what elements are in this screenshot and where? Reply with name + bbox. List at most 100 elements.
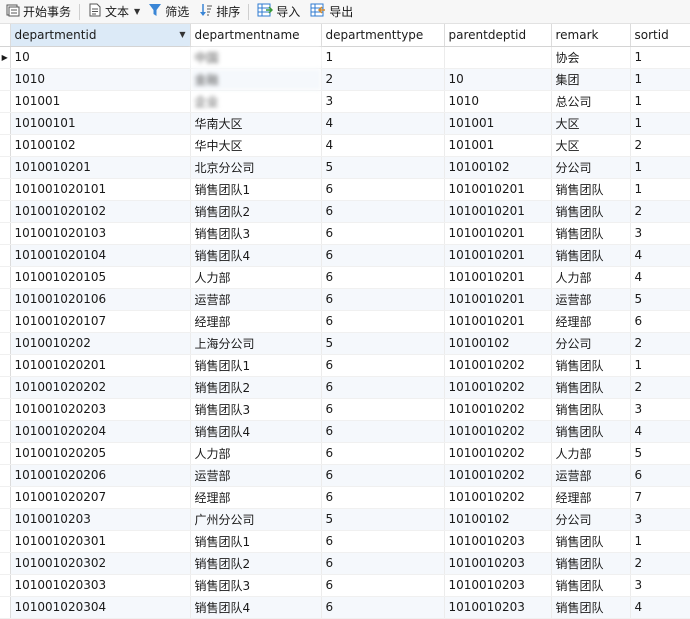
table-cell-departmenttype[interactable]: 4 [321,134,445,157]
table-cell-remark[interactable]: 经理部 [551,310,631,333]
table-cell-parentdeptid[interactable]: 1010010202 [444,442,552,465]
table-cell-remark[interactable]: 总公司 [551,90,631,113]
table-cell-sortid[interactable]: 2 [630,376,690,399]
table-cell-departmentid[interactable]: 10 [10,46,191,69]
table-cell-remark[interactable]: 分公司 [551,332,631,355]
table-row[interactable]: 101001020205 人力部 6 1010010202 人力部 5 [0,442,690,465]
table-cell-sortid[interactable]: 5 [630,288,690,311]
table-cell-departmentname[interactable]: 销售团队1 [190,354,322,377]
table-cell-departmentname[interactable]: 广州分公司 [190,508,322,531]
table-cell-parentdeptid[interactable]: 1010010202 [444,354,552,377]
table-row[interactable]: 101001020202 销售团队2 6 1010010202 销售团队 2 [0,376,690,399]
table-cell-sortid[interactable]: 3 [630,398,690,421]
table-cell-departmenttype[interactable]: 6 [321,200,445,223]
table-cell-departmenttype[interactable]: 6 [321,266,445,289]
table-cell-sortid[interactable]: 1 [630,112,690,135]
data-grid[interactable]: departmentid ▼ departmentname department… [0,24,690,619]
table-cell-departmenttype[interactable]: 6 [321,310,445,333]
table-cell-parentdeptid[interactable]: 1010010201 [444,310,552,333]
row-indicator[interactable] [0,442,11,465]
table-cell-sortid[interactable]: 4 [630,244,690,267]
table-cell-sortid[interactable]: 1 [630,46,690,69]
table-cell-remark[interactable]: 销售团队 [551,376,631,399]
table-cell-departmenttype[interactable]: 6 [321,376,445,399]
table-cell-remark[interactable]: 大区 [551,134,631,157]
row-indicator[interactable] [0,332,11,355]
table-row[interactable]: 101001020103 销售团队3 6 1010010201 销售团队 3 [0,222,690,245]
table-row[interactable]: 10100101 华南大区 4 101001 大区 1 [0,112,690,135]
row-indicator[interactable] [0,398,11,421]
sort-button[interactable]: 排序 [197,1,242,23]
table-cell-parentdeptid[interactable]: 1010010201 [444,266,552,289]
table-cell-departmenttype[interactable]: 6 [321,486,445,509]
row-indicator[interactable] [0,222,11,245]
row-indicator[interactable] [0,244,11,267]
table-cell-sortid[interactable]: 4 [630,596,690,619]
table-cell-remark[interactable]: 销售团队 [551,200,631,223]
table-row[interactable]: 101001020104 销售团队4 6 1010010201 销售团队 4 [0,244,690,267]
row-indicator[interactable] [0,156,11,179]
table-cell-departmenttype[interactable]: 6 [321,288,445,311]
table-cell-departmentid[interactable]: 101001 [10,90,191,113]
table-cell-sortid[interactable]: 1 [630,68,690,91]
table-cell-remark[interactable]: 运营部 [551,288,631,311]
row-indicator[interactable] [0,288,11,311]
table-cell-departmentid[interactable]: 1010 [10,68,191,91]
table-cell-parentdeptid[interactable]: 101001 [444,112,552,135]
row-indicator[interactable] [0,420,11,443]
table-cell-departmentname[interactable]: 运营部 [190,464,322,487]
table-row[interactable]: 101001020201 销售团队1 6 1010010202 销售团队 1 [0,354,690,377]
row-indicator[interactable] [0,266,11,289]
row-indicator[interactable] [0,178,11,201]
table-cell-departmenttype[interactable]: 5 [321,156,445,179]
table-cell-departmentname[interactable]: 销售团队2 [190,552,322,575]
table-cell-parentdeptid[interactable]: 10 [444,68,552,91]
table-cell-departmenttype[interactable]: 6 [321,574,445,597]
table-cell-departmenttype[interactable]: 5 [321,332,445,355]
table-cell-remark[interactable]: 协会 [551,46,631,69]
table-cell-departmenttype[interactable]: 6 [321,420,445,443]
table-cell-parentdeptid[interactable]: 10100102 [444,332,552,355]
table-cell-departmentname[interactable]: 销售团队1 [190,178,322,201]
row-indicator[interactable] [0,134,11,157]
table-cell-departmenttype[interactable]: 6 [321,464,445,487]
table-cell-departmentid[interactable]: 101001020104 [10,244,191,267]
table-cell-remark[interactable]: 销售团队 [551,530,631,553]
table-cell-parentdeptid[interactable]: 1010010203 [444,530,552,553]
table-row[interactable]: 101001020203 销售团队3 6 1010010202 销售团队 3 [0,398,690,421]
column-header-parentdeptid[interactable]: parentdeptid [444,24,552,47]
column-header-departmentname[interactable]: departmentname [190,24,322,47]
table-cell-departmentname[interactable]: 华南大区 [190,112,322,135]
table-cell-sortid[interactable]: 3 [630,574,690,597]
table-cell-remark[interactable]: 销售团队 [551,222,631,245]
row-indicator[interactable] [0,68,11,91]
row-indicator[interactable] [0,574,11,597]
table-cell-sortid[interactable]: 7 [630,486,690,509]
table-cell-departmenttype[interactable]: 6 [321,596,445,619]
table-cell-departmenttype[interactable]: 6 [321,222,445,245]
table-cell-departmentid[interactable]: 101001020203 [10,398,191,421]
table-cell-sortid[interactable]: 4 [630,420,690,443]
chevron-down-icon[interactable]: ▼ [179,30,185,39]
row-indicator[interactable] [0,90,11,113]
table-cell-sortid[interactable]: 2 [630,134,690,157]
table-cell-departmenttype[interactable]: 6 [321,178,445,201]
table-cell-departmentname[interactable]: 中国 [190,46,322,69]
table-cell-departmentname[interactable]: 人力部 [190,442,322,465]
table-row[interactable]: 101001020204 销售团队4 6 1010010202 销售团队 4 [0,420,690,443]
table-cell-parentdeptid[interactable]: 1010010202 [444,376,552,399]
table-cell-departmentid[interactable]: 1010010203 [10,508,191,531]
row-indicator[interactable] [0,376,11,399]
table-cell-departmentid[interactable]: 10100102 [10,134,191,157]
table-cell-remark[interactable]: 集团 [551,68,631,91]
table-cell-departmentid[interactable]: 101001020201 [10,354,191,377]
table-cell-parentdeptid[interactable]: 1010010203 [444,552,552,575]
table-row[interactable]: 101001020107 经理部 6 1010010201 经理部 6 [0,310,690,333]
table-cell-remark[interactable]: 销售团队 [551,244,631,267]
table-row[interactable]: 101001020207 经理部 6 1010010202 经理部 7 [0,486,690,509]
table-cell-remark[interactable]: 销售团队 [551,574,631,597]
table-cell-sortid[interactable]: 6 [630,310,690,333]
table-cell-departmenttype[interactable]: 6 [321,442,445,465]
row-indicator[interactable] [0,310,11,333]
table-cell-sortid[interactable]: 1 [630,530,690,553]
